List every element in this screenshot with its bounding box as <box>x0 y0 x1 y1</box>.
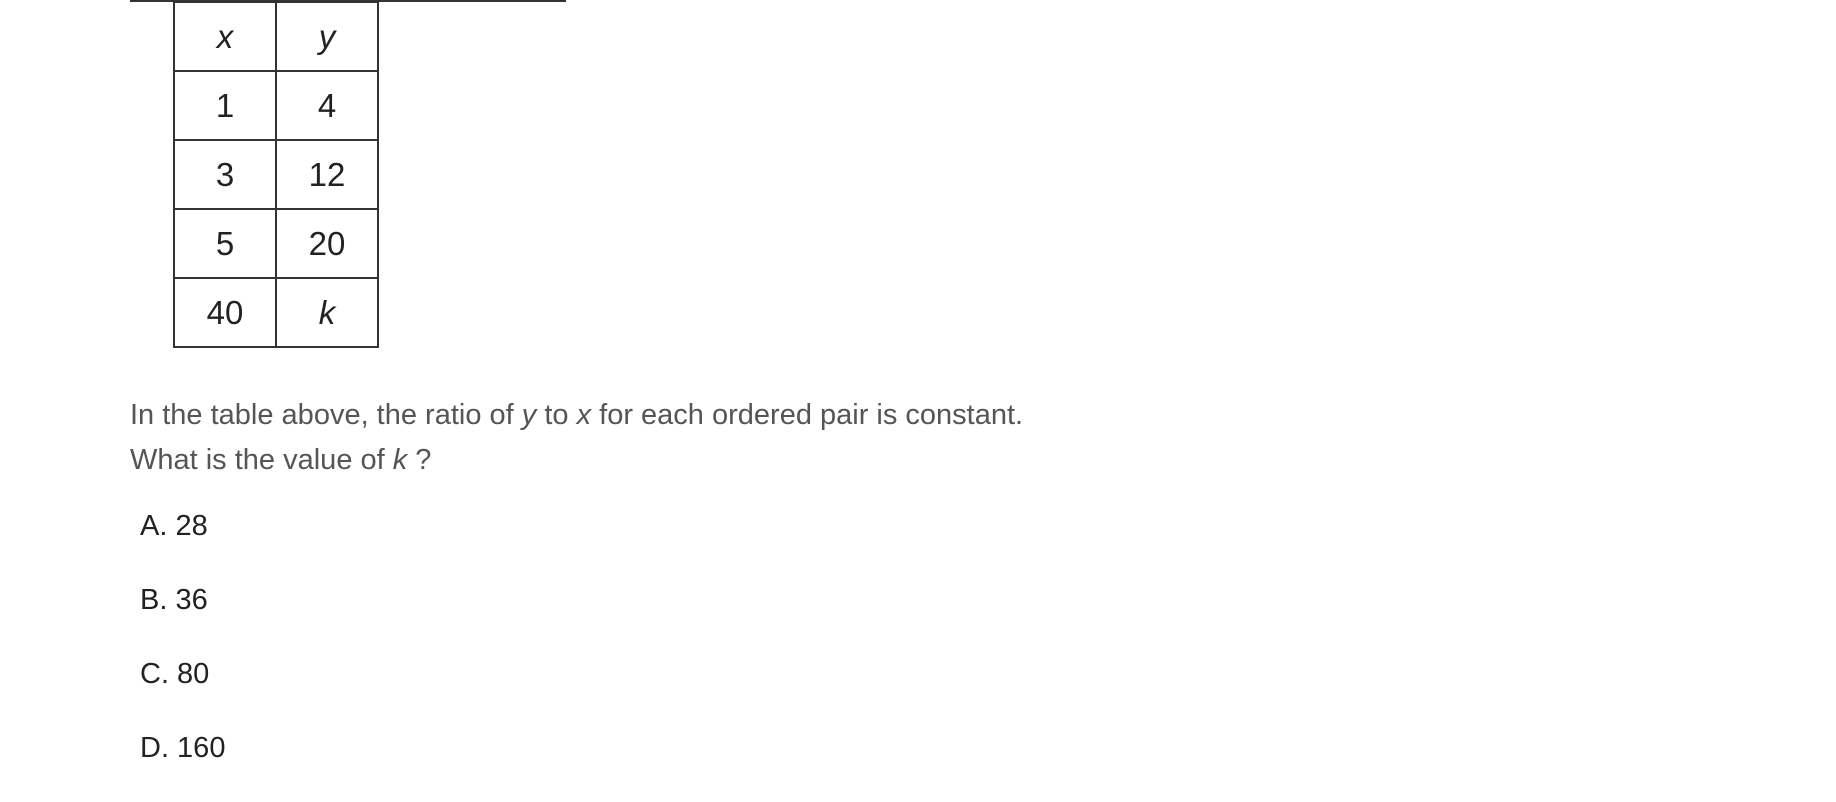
question-var-x: x <box>576 399 592 431</box>
question-text: In the table above, the ratio of y to x … <box>130 393 1030 483</box>
table-row: 3 12 <box>173 139 379 210</box>
table-row: 1 4 <box>173 70 379 141</box>
table-cell: 5 <box>173 208 277 279</box>
table-header-row: x y <box>173 1 379 72</box>
table-cell: 20 <box>275 208 379 279</box>
table-row: 5 20 <box>173 208 379 279</box>
choice-b[interactable]: B. 36 <box>140 580 225 654</box>
answer-choices: A. 28 B. 36 C. 80 D. 160 <box>140 506 225 802</box>
choice-a[interactable]: A. 28 <box>140 506 225 580</box>
question-var-k: k <box>392 444 408 476</box>
question-text-part: In the table above, the ratio of <box>130 399 522 431</box>
table-cell: 3 <box>173 139 277 210</box>
table-cell: k <box>275 277 379 348</box>
question-var-y: y <box>521 399 537 431</box>
choice-d[interactable]: D. 160 <box>140 728 225 802</box>
xy-table: x y 1 4 3 12 5 20 40 k <box>173 1 379 348</box>
table-cell: 4 <box>275 70 379 141</box>
table-row: 40 k <box>173 277 379 348</box>
question-text-part: to <box>536 399 577 431</box>
header-cell-x: x <box>173 1 277 72</box>
choice-c[interactable]: C. 80 <box>140 654 225 728</box>
header-cell-y: y <box>275 1 379 72</box>
table-cell: 12 <box>275 139 379 210</box>
table-cell: 1 <box>173 70 277 141</box>
question-text-part: ? <box>407 444 432 476</box>
table-cell: 40 <box>173 277 277 348</box>
